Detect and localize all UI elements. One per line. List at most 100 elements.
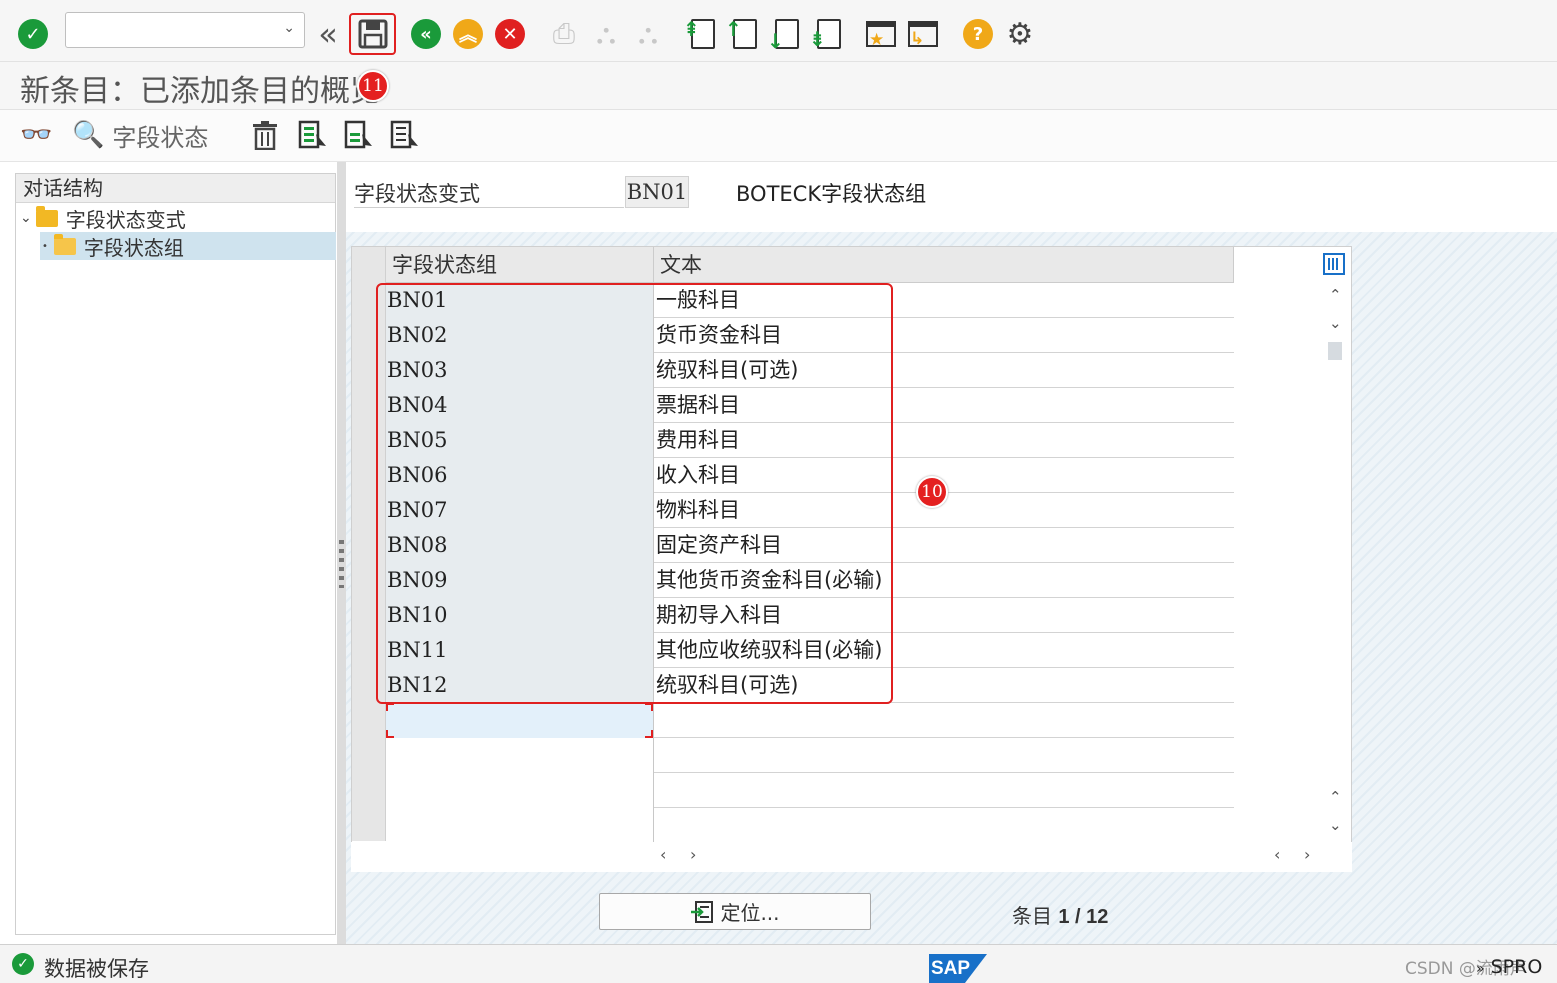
tree-node-label: 字段状态变式 (65, 207, 186, 232)
window-star-icon: ★ (866, 21, 896, 50)
focus-corner-marker (645, 730, 653, 738)
double-chevron-left-icon: « (318, 15, 338, 53)
find-next-button[interactable]: ⛬ (629, 14, 667, 54)
tree-node-field-status-variant[interactable]: ⌄ 字段状态变式 (20, 204, 186, 232)
previous-page-icon: ↑ (725, 19, 757, 49)
status-message: 数据被保存 (44, 957, 149, 981)
first-page-icon: ⇞ (683, 19, 715, 49)
focus-corner-marker (386, 703, 394, 711)
binoculars-plus-icon: ⛬ (638, 17, 658, 50)
scroll-left-icon[interactable]: ‹ (1274, 845, 1280, 864)
deselect-all-icon (390, 120, 418, 149)
back-button[interactable]: « (407, 14, 445, 54)
cell-text[interactable] (654, 773, 1234, 808)
double-chevron-right-icon: » (1476, 961, 1485, 977)
title-bar: 新条目：已添加条目的概览 (0, 62, 1557, 110)
previous-page-button[interactable]: ↑ (725, 14, 764, 54)
field-status-variant-description: BOTECK字段状态组 (736, 182, 927, 206)
last-page-button[interactable]: ⇟ (809, 14, 848, 54)
dialog-structure-panel: 对话结构 ⌄ 字段状态变式 • 字段状态组 (15, 173, 336, 935)
locate-button[interactable]: 定位... (599, 893, 871, 930)
settings-gear-icon: ⚙ (1006, 16, 1034, 52)
collapse-toolbar-button[interactable]: « (309, 14, 347, 54)
enter-button[interactable]: ✓ (14, 14, 52, 54)
enter-check-icon: ✓ (18, 19, 48, 49)
transaction-code[interactable]: » SPRO ⌄ (1476, 956, 1557, 983)
help-button[interactable]: ? (959, 14, 997, 54)
locate-label: 定位... (720, 901, 780, 925)
scroll-left-icon[interactable]: ‹ (660, 845, 666, 864)
exit-button[interactable]: ︽ (449, 14, 487, 54)
scroll-down-icon[interactable]: ⌄ (1329, 816, 1342, 834)
next-page-button[interactable]: ↓ (767, 14, 806, 54)
field-status-button[interactable]: 🔍 字段状态 (72, 118, 208, 152)
cell-field-status-group[interactable] (386, 773, 654, 808)
scroll-right-icon[interactable]: › (1304, 845, 1310, 864)
select-block-icon (344, 120, 372, 149)
scroll-thumb[interactable] (1328, 342, 1342, 360)
select-all-button[interactable] (298, 118, 328, 152)
up-icon: ︽ (453, 19, 483, 49)
cell-field-status-group[interactable] (386, 703, 654, 738)
command-field[interactable]: ⌄ (65, 12, 305, 48)
find-button[interactable]: ⛬ (587, 14, 625, 54)
deselect-all-button[interactable] (390, 118, 420, 152)
field-status-variant-value: BN01 (625, 176, 689, 208)
table-row[interactable] (386, 738, 1234, 773)
glasses-pencil-icon: 👓 (20, 120, 53, 150)
cell-text[interactable] (654, 738, 1234, 773)
annotation-badge-table: 10 (916, 476, 948, 508)
page-title: 新条目：已添加条目的概览 (20, 74, 380, 109)
create-session-button[interactable]: ★ (862, 14, 900, 54)
cell-field-status-group[interactable] (386, 738, 654, 773)
entry-counter: 条目 1 / 12 (1012, 900, 1108, 929)
system-toolbar: ✓ ⌄ « « ︽ ✕ ⎙ ⛬ ⛬ ⇞ ↑ ↓ ⇟ ★ ↳ ? ⚙ (0, 0, 1557, 62)
window-arrow-icon: ↳ (908, 21, 938, 49)
print-button[interactable]: ⎙ (545, 14, 583, 54)
scroll-up-icon[interactable]: ⌃ (1329, 286, 1342, 304)
panel-splitter[interactable] (337, 162, 346, 944)
cancel-button[interactable]: ✕ (491, 14, 529, 54)
select-block-button[interactable] (344, 118, 374, 152)
column-header-text[interactable]: 文本 (654, 247, 1234, 283)
scroll-down-icon[interactable]: ⌄ (1329, 314, 1342, 332)
table-row[interactable] (386, 703, 1234, 738)
annotation-highlight-box (376, 283, 893, 704)
entry-prefix: 条目 (1012, 904, 1052, 928)
tree-bullet-icon: • (42, 240, 48, 252)
save-button[interactable] (349, 13, 396, 55)
entry-count-value: 1 / 12 (1058, 906, 1109, 928)
field-status-label: 字段状态 (112, 123, 209, 152)
table-row[interactable] (386, 773, 1234, 808)
last-page-icon: ⇟ (809, 19, 841, 49)
delete-button[interactable] (252, 118, 278, 152)
chevron-down-icon[interactable]: ⌄ (20, 210, 32, 226)
save-icon (358, 19, 387, 49)
table-row[interactable] (386, 808, 1234, 843)
cell-text[interactable] (654, 808, 1234, 843)
column-header-group[interactable]: 字段状态组 (386, 247, 654, 283)
cell-field-status-group[interactable] (386, 808, 654, 843)
display-change-button[interactable]: 👓 (20, 118, 52, 152)
shortcut-button[interactable]: ↳ (904, 14, 942, 54)
trash-icon (253, 121, 277, 150)
tree-node-field-status-group[interactable]: • 字段状态组 (40, 232, 336, 260)
scroll-up-icon[interactable]: ⌃ (1329, 788, 1342, 806)
transaction-code-value: SPRO (1490, 956, 1543, 978)
first-page-button[interactable]: ⇞ (683, 14, 722, 54)
focus-corner-marker (645, 703, 653, 711)
chevron-down-icon[interactable]: ⌄ (283, 20, 295, 36)
vertical-scrollbar[interactable]: ⌃ ⌄ ⌃ ⌄ (1321, 248, 1351, 868)
cell-text[interactable] (654, 703, 1234, 738)
locate-icon (691, 900, 714, 923)
column-config-icon[interactable] (1323, 253, 1345, 275)
open-folder-icon (53, 233, 76, 255)
help-icon: ? (963, 19, 993, 49)
scroll-right-icon[interactable]: › (690, 845, 696, 864)
success-check-icon: ✓ (12, 953, 34, 975)
back-icon: « (411, 19, 441, 49)
horizontal-scrollbar[interactable]: ‹ › ‹ › (351, 842, 1352, 872)
dialog-structure-header: 对话结构 (16, 174, 335, 203)
settings-button[interactable]: ⚙ (1001, 14, 1039, 54)
application-toolbar: 👓 🔍 字段状态 (0, 110, 1557, 162)
